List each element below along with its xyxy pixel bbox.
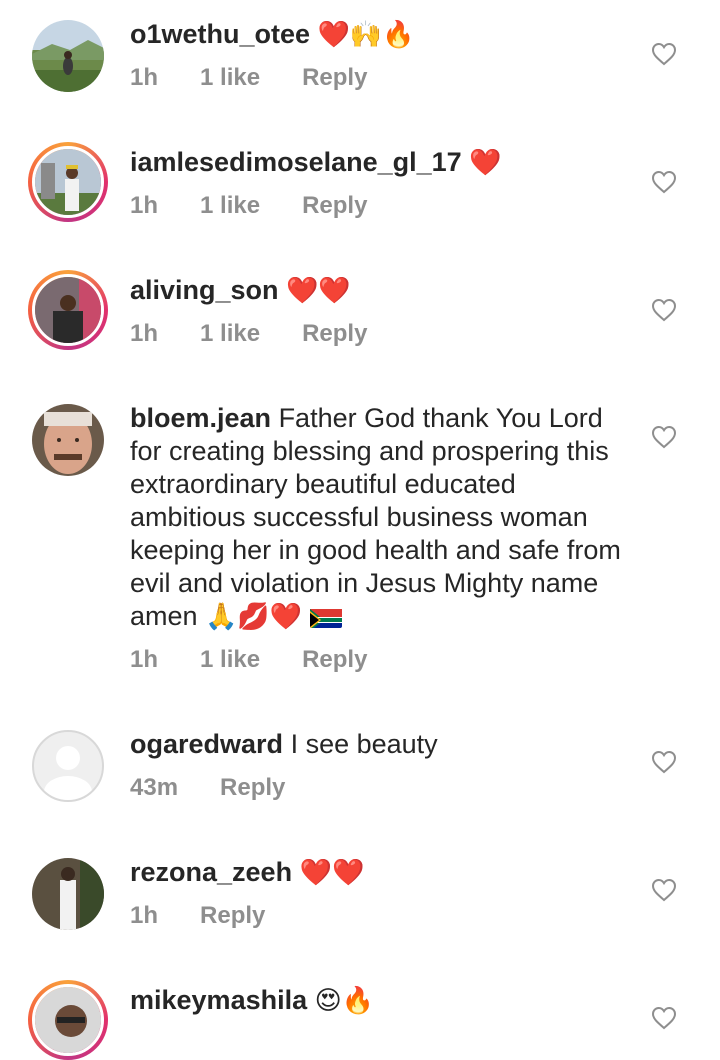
avatar[interactable] [28,980,108,1060]
comment-body: ogaredward I see beauty [130,728,630,761]
comment-username[interactable]: bloem.jean [130,403,271,433]
heart-outline-icon [651,42,677,66]
heart-outline-icon [651,878,677,902]
comment-emojis: ❤️❤️ [299,857,365,887]
comment-emojis: ❤️❤️ [286,275,351,305]
comment-likes[interactable]: 1 like [200,64,260,92]
comment-emojis: 🙏💋❤️ [205,601,303,631]
comment-time: 1h [130,902,159,929]
heart-outline-icon [651,425,677,449]
like-button[interactable] [651,878,677,902]
comment-text: Father God thank You Lord for creating b… [130,403,621,631]
comment-username[interactable]: aliving_son [130,275,279,305]
comment-username[interactable]: o1wethu_otee [130,19,310,49]
avatar[interactable] [28,400,108,480]
comment-body: rezona_zeeh ❤️❤️ [130,856,630,889]
like-button[interactable] [651,298,677,322]
comment-time: 43m [130,774,179,801]
heart-outline-icon [651,298,677,322]
heart-outline-icon [651,750,677,774]
comment-time: 1h [130,320,159,347]
avatar-image [32,858,104,930]
avatar-image [32,20,104,92]
comment-emojis: ❤️ [469,147,502,177]
comment-username[interactable]: ogaredward [130,729,283,759]
comment-username[interactable]: mikeymashila [130,985,307,1015]
heart-outline-icon [651,1006,677,1030]
reply-button[interactable]: Reply [302,192,367,220]
like-button[interactable] [651,425,677,449]
avatar[interactable] [28,270,108,350]
comment-body: mikeymashila 😍🔥 [130,984,630,1017]
comment-meta: 1h 1 like Reply [130,64,409,92]
south-africa-flag-icon [309,606,342,628]
comment-emojis: 😍🔥 [314,985,375,1015]
avatar[interactable] [28,16,108,96]
comment-meta: 1h Reply [130,902,307,930]
comment-likes[interactable]: 1 like [200,320,260,348]
comment-likes[interactable]: 1 like [200,646,260,674]
comment-meta: 1h 1 like Reply [130,646,409,674]
avatar-image [32,146,104,218]
like-button[interactable] [651,170,677,194]
comment-body: bloem.jean Father God thank You Lord for… [130,402,630,633]
reply-button[interactable]: Reply [220,774,285,802]
like-button[interactable] [651,1006,677,1030]
avatar-image [32,274,104,346]
reply-button[interactable]: Reply [200,902,265,930]
comment-time: 1h [130,64,159,91]
heart-outline-icon [651,170,677,194]
like-button[interactable] [651,750,677,774]
comment-text: I see beauty [290,729,438,759]
comment-likes[interactable]: 1 like [200,192,260,220]
reply-button[interactable]: Reply [302,320,367,348]
comment-time: 1h [130,646,159,673]
comment-username[interactable]: iamlesedimoselane_gl_17 [130,147,462,177]
comment-username[interactable]: rezona_zeeh [130,857,292,887]
comment-emojis: ❤️🙌🔥 [317,19,415,49]
reply-button[interactable]: Reply [302,646,367,674]
comment-time: 1h [130,192,159,219]
avatar[interactable] [28,854,108,934]
default-avatar-icon [32,730,104,802]
avatar-image [32,984,104,1056]
comment-body: iamlesedimoselane_gl_17 ❤️ [130,146,630,179]
comment-body: aliving_son ❤️❤️ [130,274,630,307]
like-button[interactable] [651,42,677,66]
avatar[interactable] [28,726,108,806]
comment-meta: 1h 1 like Reply [130,192,409,220]
avatar-image [32,404,104,476]
comment-meta: 1h 1 like Reply [130,320,409,348]
comment-meta: 43m Reply [130,774,327,802]
comment-body: o1wethu_otee ❤️🙌🔥 [130,18,630,51]
reply-button[interactable]: Reply [302,64,367,92]
avatar[interactable] [28,142,108,222]
